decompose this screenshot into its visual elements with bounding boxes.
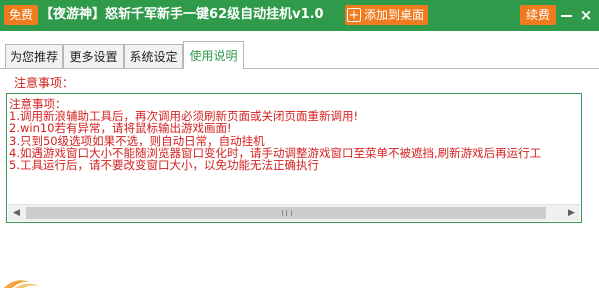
notice-text: 注意事项： 1.调用新浪辅助工具后，再次调用必须刷新页面或关闭页面重新调用! 2… [9, 98, 579, 202]
tab-recommend[interactable]: 为您推荐 [5, 44, 63, 68]
chevron-right-icon[interactable]: ▶ [563, 205, 580, 221]
notice-line-2: 2.win10若有异常，请将鼠标输出游戏画面! [9, 121, 232, 136]
add-to-desktop-label: 添加到桌面 [364, 8, 425, 22]
horizontal-scrollbar[interactable]: ◀ ▶ [8, 204, 580, 221]
grip-icon [282, 210, 292, 216]
renew-button[interactable]: 续费 [520, 5, 557, 25]
window-title: 【夜游神】怒斩千军新手一键62级自动挂机v1.0 [40, 7, 324, 22]
tab-more-settings[interactable]: 更多设置 [63, 44, 124, 68]
notice-heading: 注意事项： [14, 76, 75, 90]
plus-icon: + [347, 8, 361, 23]
tab-system-settings[interactable]: 系统设定 [124, 44, 183, 68]
free-badge: 免费 [4, 5, 39, 25]
scrollbar-thumb[interactable] [26, 207, 546, 219]
minimize-icon[interactable] [560, 8, 574, 22]
add-to-desktop-button[interactable]: + 添加到桌面 [345, 5, 429, 25]
tab-instructions[interactable]: 使用说明 [183, 41, 244, 69]
title-bar[interactable]: 免费 【夜游神】怒斩千军新手一键62级自动挂机v1.0 + 添加到桌面 续费 × [0, 0, 599, 31]
notice-line-3: 3.只到50级选项如果不选，则自动日常，自动挂机 [9, 133, 265, 148]
notice-line-5: 5.工具运行后，请不要改变窗口大小，以免功能无法正确执行 [9, 157, 319, 172]
close-icon[interactable]: × [578, 7, 594, 23]
notice-textbox[interactable]: 注意事项： 1.调用新浪辅助工具后，再次调用必须刷新页面或关闭页面重新调用! 2… [6, 93, 582, 223]
chevron-left-icon[interactable]: ◀ [8, 205, 25, 221]
app-window: 免费 【夜游神】怒斩千军新手一键62级自动挂机v1.0 + 添加到桌面 续费 ×… [0, 0, 599, 288]
logo-swirl-icon [3, 280, 40, 288]
